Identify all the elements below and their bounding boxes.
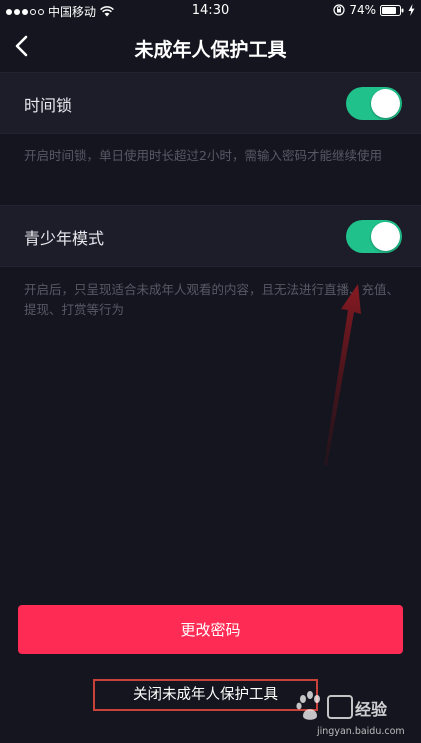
- battery-icon: [380, 4, 404, 16]
- baidu-jingyan-watermark: 经验 jingyan.baidu.com: [293, 690, 413, 740]
- annotation-arrow-icon: [324, 284, 361, 466]
- close-protection-tool-link[interactable]: 关闭未成年人保护工具: [93, 679, 318, 711]
- rotation-lock-icon: [333, 4, 345, 16]
- watermark-url: jingyan.baidu.com: [317, 726, 405, 737]
- youth-mode-label: 青少年模式: [24, 229, 105, 248]
- setting-row-time-lock: 时间锁: [0, 72, 421, 134]
- baidu-paw-logo-icon: [296, 691, 353, 720]
- status-bar: 中国移动 14:30 74%: [0, 0, 421, 22]
- time-lock-toggle[interactable]: [346, 87, 402, 120]
- page-title: 未成年人保护工具: [134, 39, 287, 61]
- setting-row-youth-mode: 青少年模式: [0, 205, 421, 267]
- toggle-knob: [371, 222, 400, 251]
- time-lock-description: 开启时间锁，单日使用时长超过2小时，需输入密码才能继续使用: [24, 148, 382, 163]
- battery-percent: 74%: [349, 3, 376, 17]
- toggle-knob: [371, 89, 400, 118]
- youth-mode-toggle[interactable]: [346, 220, 402, 253]
- watermark-word: 经验: [355, 700, 388, 719]
- nav-bar: 未成年人保护工具: [0, 22, 421, 72]
- status-right: 74%: [333, 3, 415, 17]
- time-lock-label: 时间锁: [24, 96, 73, 115]
- charging-icon: [408, 4, 415, 16]
- change-password-button[interactable]: 更改密码: [18, 605, 403, 654]
